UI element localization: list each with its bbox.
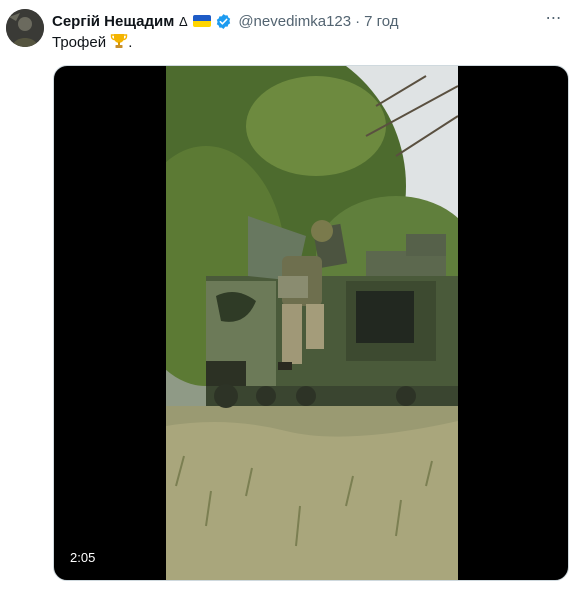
more-icon: ⋯: [545, 10, 563, 27]
author-handle[interactable]: @nevedimka123: [238, 13, 351, 30]
tweet-text: Трофей .: [52, 32, 132, 53]
name-symbol: ∆: [179, 13, 188, 29]
tweet-text-suffix: .: [128, 34, 133, 51]
ukraine-flag-icon: [193, 15, 212, 27]
more-options-button[interactable]: ⋯: [541, 8, 567, 28]
video-player[interactable]: 2:05: [53, 65, 569, 581]
avatar-image: [6, 9, 44, 47]
avatar[interactable]: [6, 9, 44, 47]
timestamp[interactable]: 7 год: [364, 13, 398, 30]
trophy-icon: [111, 34, 128, 48]
author-name[interactable]: Сергій Нещадим: [52, 13, 174, 30]
verified-badge-icon: [217, 13, 231, 29]
separator-dot: ·: [355, 12, 361, 30]
tweet-header: Сергій Нещадим ∆ @nevedimka123 · 7 год: [52, 11, 565, 31]
video-frame-image: [166, 66, 458, 580]
video-duration: 2:05: [66, 549, 100, 566]
tweet-text-body: Трофей: [52, 34, 107, 51]
